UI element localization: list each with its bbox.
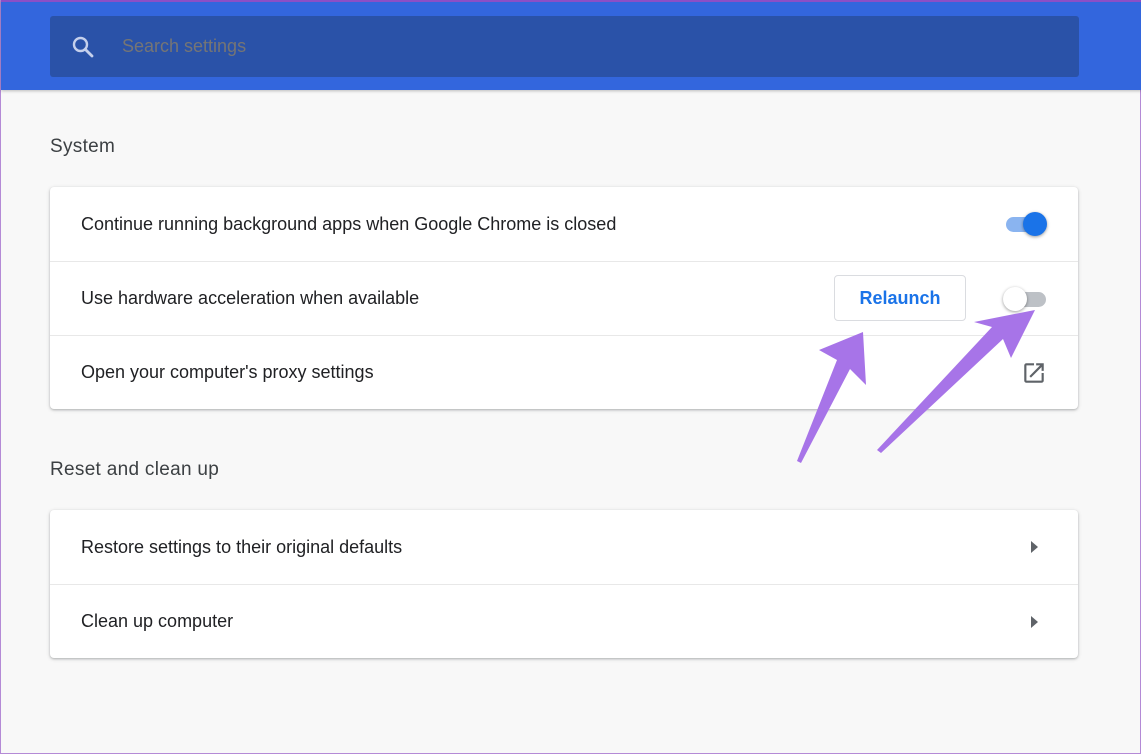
arrow-right-icon [1028,615,1040,629]
section-title-system: System [50,136,116,157]
setting-row-proxy-settings[interactable]: Open your computer's proxy settings [50,335,1078,409]
setting-row-clean-up-computer[interactable]: Clean up computer [50,584,1078,658]
setting-row-hardware-acceleration[interactable]: Use hardware acceleration when available… [50,261,1078,335]
setting-row-background-apps[interactable]: Continue running background apps when Go… [50,187,1078,261]
open-external-icon[interactable] [1021,360,1047,386]
setting-row-restore-defaults[interactable]: Restore settings to their original defau… [50,510,1078,584]
search-box[interactable] [50,16,1079,77]
toggle-knob [1003,286,1027,311]
search-input[interactable] [120,35,1024,58]
section-title-reset: Reset and clean up [50,459,220,480]
setting-label: Open your computer's proxy settings [81,362,374,382]
system-card: Continue running background apps when Go… [50,187,1078,409]
setting-label: Use hardware acceleration when available [81,288,420,308]
setting-label: Clean up computer [81,611,234,631]
relaunch-button[interactable]: Relaunch [834,275,966,321]
setting-label: Continue running background apps when Go… [81,213,617,234]
arrow-right-icon [1028,540,1040,554]
toggle-knob [1023,212,1047,236]
toolbar [1,0,1141,90]
setting-label: Restore settings to their original defau… [81,536,403,557]
reset-card: Restore settings to their original defau… [50,510,1078,658]
hardware-acceleration-toggle[interactable] [1003,286,1047,311]
search-icon [70,34,96,60]
background-apps-toggle[interactable] [1003,212,1047,236]
